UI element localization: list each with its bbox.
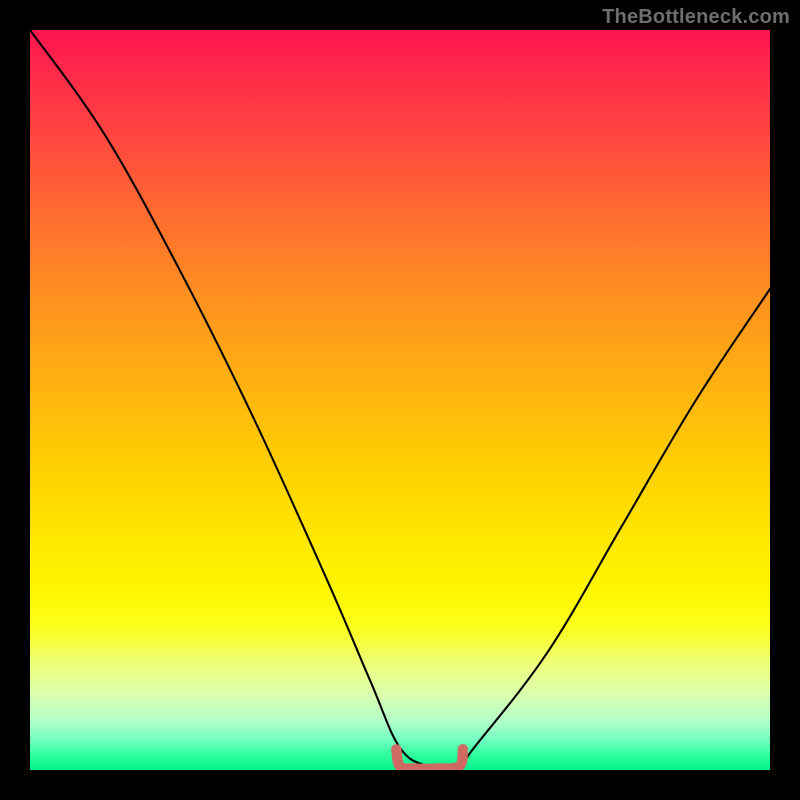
curve-layer	[30, 30, 770, 770]
optimal-band-path	[396, 749, 463, 769]
plot-area	[30, 30, 770, 770]
watermark-text: TheBottleneck.com	[602, 6, 790, 29]
chart-frame: TheBottleneck.com	[0, 0, 800, 800]
bottleneck-curve-path	[30, 30, 770, 769]
